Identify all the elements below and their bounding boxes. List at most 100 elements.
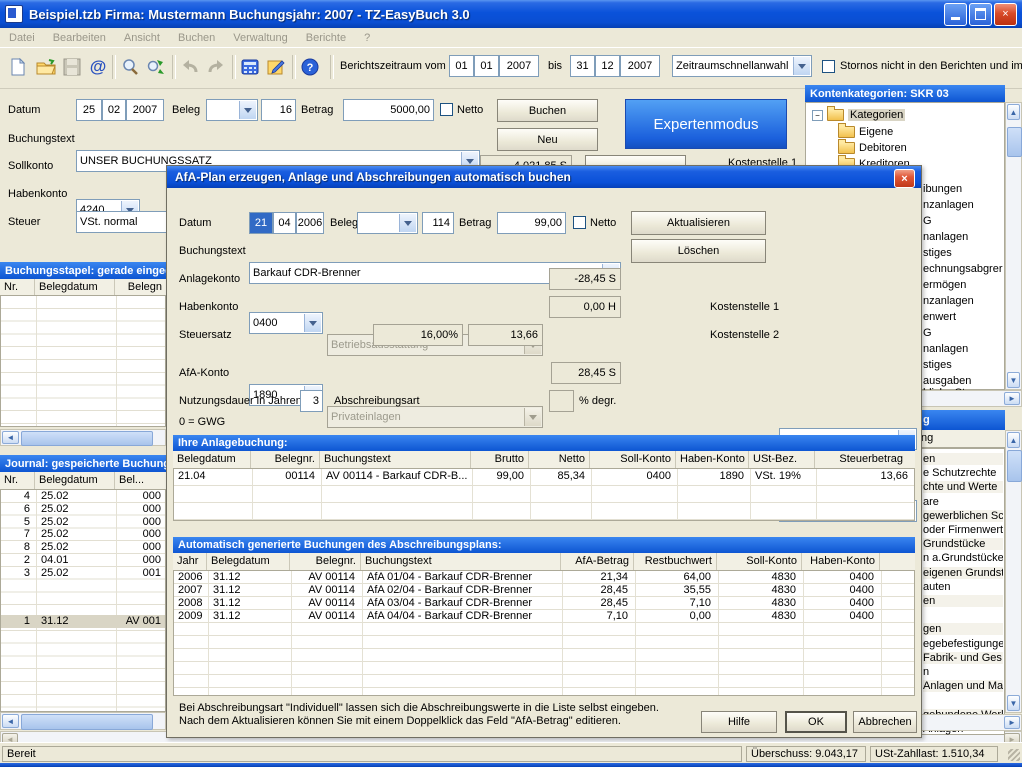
- hilfe-button[interactable]: Hilfe: [701, 711, 777, 733]
- account-item-partial[interactable]: en: [923, 453, 1003, 465]
- abbrechen-button[interactable]: Abbrechen: [853, 711, 917, 733]
- plan-cell[interactable]: AV 00114: [292, 571, 359, 583]
- account-item-partial[interactable]: oder Firmenwert: [923, 524, 1003, 536]
- scroll-down-icon[interactable]: ▼: [1007, 372, 1020, 388]
- main-datum-day[interactable]: 25: [76, 99, 102, 121]
- edit-button[interactable]: [264, 55, 288, 79]
- menu-buchen[interactable]: Buchen: [169, 30, 224, 46]
- account-item-partial[interactable]: n: [923, 666, 1003, 678]
- accounts-vscrollbar[interactable]: ▲ ▼: [1005, 430, 1022, 713]
- journal-cell[interactable]: 4: [1, 490, 34, 502]
- loeschen-button[interactable]: Löschen: [631, 239, 766, 263]
- anlage-cell[interactable]: VSt. 19%: [751, 470, 814, 482]
- anlage-cell[interactable]: 13,66: [817, 470, 912, 482]
- categories-vscroll-thumb[interactable]: [1007, 127, 1022, 157]
- scroll-right-icon[interactable]: ►: [1004, 716, 1020, 729]
- period-from-month[interactable]: 01: [474, 55, 499, 77]
- ok-button[interactable]: OK: [785, 711, 847, 733]
- journal-cell[interactable]: 25.02: [37, 541, 107, 553]
- journal-cell[interactable]: 000: [117, 490, 165, 502]
- account-item-partial[interactable]: en: [923, 595, 1003, 607]
- maximize-button[interactable]: [969, 3, 992, 26]
- plan-cell[interactable]: AfA 03/04 - Barkauf CDR-Brenner: [363, 597, 559, 609]
- journal-cell[interactable]: 7: [1, 528, 34, 540]
- dlg-datum-year[interactable]: 2006: [296, 212, 324, 234]
- anlage-cell[interactable]: 0400: [592, 470, 675, 482]
- period-from-day[interactable]: 01: [449, 55, 474, 77]
- plan-table[interactable]: 2006 31.12 AV 00114 AfA 01/04 - Barkauf …: [173, 571, 915, 696]
- plan-cell[interactable]: 0400: [804, 597, 878, 609]
- account-item-partial[interactable]: auten: [923, 581, 1003, 593]
- resize-grip[interactable]: [1008, 749, 1020, 761]
- journal-cell[interactable]: 2: [1, 554, 34, 566]
- anlage-cell[interactable]: 85,34: [531, 470, 589, 482]
- new-document-button[interactable]: [6, 55, 30, 79]
- tree-item-partial[interactable]: nzanlagen: [923, 199, 974, 211]
- tree-item-debitoren[interactable]: Debitoren: [838, 142, 907, 154]
- menu-berichte[interactable]: Berichte: [297, 30, 355, 46]
- menu-datei[interactable]: Datei: [0, 30, 44, 46]
- journal-cell[interactable]: 000: [117, 554, 165, 566]
- help-button[interactable]: ?: [298, 55, 322, 79]
- plan-cell[interactable]: 4830: [719, 597, 800, 609]
- chevron-down-icon[interactable]: [793, 57, 810, 75]
- period-from-year[interactable]: 2007: [499, 55, 539, 77]
- account-item-partial[interactable]: eigenen Grundst: [923, 567, 1003, 579]
- tree-item-partial[interactable]: G: [923, 327, 932, 339]
- plan-cell[interactable]: 21,34: [563, 571, 632, 583]
- stack-col-belegdatum[interactable]: Belegdatum: [35, 279, 115, 295]
- main-beleg-combo[interactable]: [206, 99, 258, 121]
- journal-cell[interactable]: 000: [117, 541, 165, 553]
- anlage-cell[interactable]: 21.04: [174, 470, 250, 482]
- plan-cell[interactable]: 4830: [719, 610, 800, 622]
- email-button[interactable]: @: [86, 55, 110, 79]
- expertenmodus-button[interactable]: Expertenmodus: [625, 99, 787, 149]
- search-refresh-button[interactable]: [144, 55, 168, 79]
- journal-table[interactable]: 4 25.02 000 6 25.02 000 5 25.02 000 7 25…: [0, 490, 166, 712]
- chevron-down-icon[interactable]: [304, 314, 321, 332]
- open-file-button[interactable]: [34, 55, 58, 79]
- journal-cell[interactable]: 000: [117, 528, 165, 540]
- journal-hscrollbar[interactable]: ◄: [0, 712, 166, 730]
- tree-item-partial[interactable]: G: [923, 215, 932, 227]
- tree-item-partial[interactable]: stiges: [923, 247, 952, 259]
- plan-cell[interactable]: 2009: [174, 610, 206, 622]
- dlg-datum-month[interactable]: 04: [273, 212, 296, 234]
- quick-period-select[interactable]: Zeitraumschnellanwahl: [672, 55, 812, 77]
- plan-cell[interactable]: 31.12: [209, 571, 289, 583]
- scroll-up-icon[interactable]: ▲: [1007, 432, 1020, 448]
- plan-cell[interactable]: AfA 01/04 - Barkauf CDR-Brenner: [363, 571, 559, 583]
- scroll-right-icon[interactable]: ►: [1004, 392, 1020, 405]
- save-button[interactable]: [60, 55, 84, 79]
- buchen-button[interactable]: Buchen: [497, 99, 598, 122]
- categories-vscrollbar[interactable]: ▲ ▼: [1005, 102, 1022, 390]
- plan-cell[interactable]: 2007: [174, 584, 206, 596]
- scroll-up-icon[interactable]: ▲: [1007, 104, 1020, 120]
- main-betrag-field[interactable]: 5000,00: [343, 99, 434, 121]
- account-item-partial[interactable]: n a.Grundstücke: [923, 552, 1003, 564]
- anlage-cell[interactable]: AV 00114 - Barkauf CDR-B...: [322, 470, 470, 482]
- plan-cell[interactable]: 0,00: [636, 610, 715, 622]
- dlg-betrag-field[interactable]: 99,00: [497, 212, 566, 234]
- journal-cell[interactable]: 000: [117, 516, 165, 528]
- menu-bearbeiten[interactable]: Bearbeiten: [44, 30, 115, 46]
- tree-item-partial[interactable]: ibungen: [923, 183, 962, 195]
- account-item-partial[interactable]: Fabrik- und Ges: [923, 652, 1003, 664]
- journal-col-beleg[interactable]: Bel...: [115, 472, 166, 489]
- dlg-beleg-combo[interactable]: [357, 212, 418, 234]
- period-to-year[interactable]: 2007: [620, 55, 660, 77]
- minimize-button[interactable]: [944, 3, 967, 26]
- journal-cell[interactable]: 25.02: [37, 528, 107, 540]
- dlg-beleg-nr[interactable]: 114: [422, 212, 454, 234]
- journal-cell[interactable]: 04.01: [37, 554, 107, 566]
- journal-cell[interactable]: 25.02: [37, 490, 107, 502]
- tree-collapse-icon[interactable]: −: [812, 110, 823, 121]
- anlagebuchung-table[interactable]: 21.04 00114 AV 00114 - Barkauf CDR-B... …: [173, 469, 915, 521]
- plan-cell[interactable]: AfA 04/04 - Barkauf CDR-Brenner: [363, 610, 559, 622]
- stornos-checkbox[interactable]: [822, 60, 835, 73]
- accounts-hscrollbar[interactable]: ►: [920, 714, 1022, 731]
- journal-cell[interactable]: 3: [1, 567, 34, 579]
- journal-cell[interactable]: 25.02: [37, 516, 107, 528]
- main-datum-month[interactable]: 02: [102, 99, 126, 121]
- stack-col-belegnr[interactable]: Belegn: [115, 279, 166, 295]
